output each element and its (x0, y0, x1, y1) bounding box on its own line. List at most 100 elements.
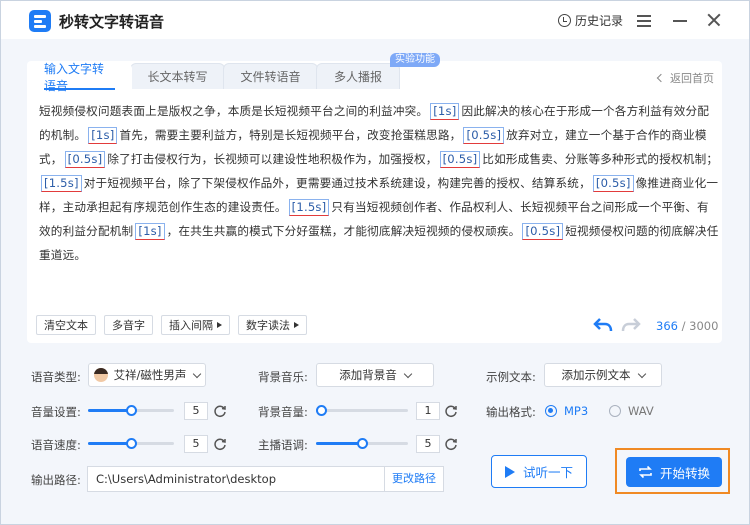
editor-toolbar: 清空文本 多音字 插入间隔 数字读法 (36, 315, 307, 335)
example-text-value: 添加示例文本 (561, 368, 631, 382)
pause-marker[interactable]: [0.5s] (522, 223, 564, 240)
back-home-link[interactable]: 返回首页 (656, 70, 714, 86)
pause-marker[interactable]: [0.5s] (592, 175, 634, 192)
reset-icon[interactable] (213, 437, 227, 451)
polyphone-button[interactable]: 多音字 (104, 315, 153, 335)
tab-file-to-speech[interactable]: 文件转语音 (223, 63, 318, 89)
chevron-down-icon (637, 369, 646, 378)
text-editor[interactable]: 短视频侵权问题表面上是版权之争，本质是长短视频平台之间的利益冲突。 [1s] 因此解… (39, 99, 719, 299)
chevron-down-icon (193, 369, 202, 378)
volume-value[interactable]: 5 (184, 402, 208, 420)
app-window: 秒转文字转语音 历史记录 输入文字转语音 长文本转写 文件转语音 多人播报 实验… (0, 0, 750, 525)
play-icon (504, 465, 515, 478)
volume-slider[interactable] (88, 403, 174, 417)
bg-music-value: 添加背景音 (339, 368, 397, 382)
tab-long-text[interactable]: 长文本转写 (130, 63, 225, 89)
tab-label: 长文本转写 (147, 70, 208, 84)
pause-marker[interactable]: [1s] (430, 103, 460, 120)
insert-pause-button[interactable]: 插入间隔 (161, 315, 230, 335)
convert-icon (639, 465, 652, 479)
tab-text-to-speech[interactable]: 输入文字转语音 (27, 62, 132, 93)
bg-volume-label: 背景音量: (258, 405, 308, 419)
minimize-icon[interactable] (669, 9, 691, 31)
text-segment: 比如形成售卖、分账等多种形式的授权机制； (482, 152, 719, 166)
app-logo-icon (29, 10, 51, 32)
clock-icon (558, 14, 571, 27)
history-button[interactable]: 历史记录 (558, 12, 623, 29)
pause-marker[interactable]: [1.5s] (288, 199, 330, 216)
pause-marker[interactable]: [0.5s] (439, 151, 481, 168)
tab-label: 输入文字转语音 (44, 61, 105, 93)
close-icon[interactable] (703, 9, 725, 31)
tab-label: 多人播报 (333, 70, 382, 84)
app-title: 秒转文字转语音 (59, 13, 165, 31)
pause-marker[interactable]: [1s] (88, 127, 118, 144)
undo-icon[interactable] (593, 317, 613, 333)
reset-icon[interactable] (444, 404, 458, 418)
polyphone-label: 多音字 (112, 319, 145, 332)
menu-icon[interactable] (633, 9, 655, 31)
avatar (93, 368, 108, 382)
clear-label: 清空文本 (44, 319, 88, 332)
reset-icon[interactable] (213, 404, 227, 418)
text-segment: 首先，需要主要利益方，特别是长短视频平台，改变抢蛋糕思路， (119, 128, 462, 142)
example-text-label: 示例文本: (486, 370, 536, 384)
arrow-right-icon (294, 322, 299, 328)
output-path-label: 输出路径: (31, 473, 81, 487)
text-segment: 短视频侵权问题表面上是版权之争，本质是长短视频平台之间的利益冲突。 (39, 104, 429, 118)
tab-bar: 输入文字转语音 长文本转写 文件转语音 多人播报 (27, 62, 400, 93)
tab-multi-speaker[interactable]: 多人播报 (316, 63, 400, 89)
text-segment: 除了打击侵权行为，长视频可以建设性地积极作为，加强授权， (107, 152, 438, 166)
pause-marker[interactable]: [0.5s] (64, 151, 106, 168)
char-count-current: 366 (656, 319, 678, 333)
arrow-right-icon (217, 322, 222, 328)
text-segment: 对于短视频平台，除了下架侵权作品外，更需要通过技术系统建设，构建完善的授权、结算… (83, 176, 591, 190)
start-label: 开始转换 (659, 465, 710, 481)
mp3-label: MP3 (564, 404, 589, 418)
bg-music-label: 背景音乐: (258, 370, 308, 384)
experimental-badge: 实验功能 (390, 53, 440, 67)
speed-slider[interactable] (88, 436, 174, 450)
bg-volume-value[interactable]: 1 (416, 402, 440, 420)
preview-label: 试听一下 (522, 465, 573, 480)
speed-value[interactable]: 5 (184, 435, 208, 453)
chevron-left-icon (656, 73, 666, 83)
title-bar: 秒转文字转语音 历史记录 (1, 1, 749, 39)
redo-icon[interactable] (621, 317, 641, 333)
start-convert-button[interactable]: 开始转换 (626, 457, 722, 487)
preview-button[interactable]: 试听一下 (491, 455, 587, 488)
bg-music-select[interactable]: 添加背景音 (316, 363, 434, 387)
digit-reading-label: 数字读法 (246, 319, 290, 332)
tab-label: 文件转语音 (240, 70, 301, 84)
wav-label: WAV (628, 404, 654, 418)
bg-volume-slider[interactable] (316, 403, 408, 417)
pause-marker[interactable]: [0.5s] (463, 127, 505, 144)
pause-marker[interactable]: [1s] (135, 223, 165, 240)
clear-text-button[interactable]: 清空文本 (36, 315, 96, 335)
back-home-label: 返回首页 (670, 72, 714, 85)
char-count-max: 3000 (689, 319, 719, 333)
pitch-slider[interactable] (316, 436, 408, 450)
wav-radio[interactable] (609, 405, 621, 417)
insert-pause-label: 插入间隔 (169, 319, 213, 332)
digit-reading-button[interactable]: 数字读法 (238, 315, 307, 335)
volume-label: 音量设置: (31, 405, 81, 419)
output-format-label: 输出格式: (486, 405, 536, 419)
voice-type-value: 艾祥/磁性男声 (113, 368, 187, 382)
change-path-button[interactable]: 更改路径 (384, 466, 444, 492)
history-label: 历史记录 (575, 14, 624, 28)
pause-marker[interactable]: [1.5s] (41, 175, 82, 192)
char-count-sep: / (677, 319, 690, 333)
pitch-label: 主播语调: (258, 438, 308, 452)
pitch-value[interactable]: 5 (416, 435, 440, 453)
voice-type-select[interactable]: 艾祥/磁性男声 (88, 363, 206, 387)
example-text-select[interactable]: 添加示例文本 (544, 363, 662, 387)
text-segment: ，在共生共赢的模式下分好蛋糕，才能彻底解决短视频的侵权顽疾。 (166, 224, 521, 238)
reset-icon[interactable] (444, 437, 458, 451)
chevron-down-icon (403, 369, 412, 378)
mp3-radio[interactable] (545, 405, 557, 417)
output-path-input[interactable]: C:\Users\Administrator\desktop (87, 466, 385, 492)
speed-label: 语音速度: (31, 438, 81, 452)
char-counter: 366 / 3000 (656, 319, 718, 333)
voice-type-label: 语音类型: (31, 370, 81, 384)
